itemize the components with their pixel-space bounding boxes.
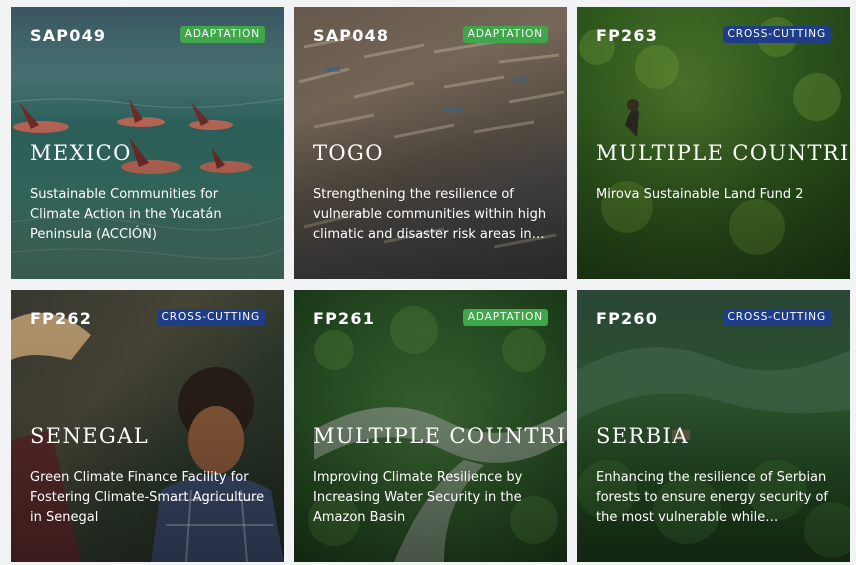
theme-badge: ADAPTATION <box>179 26 265 43</box>
project-country: MULTIPLE COUNTRIES <box>596 141 850 165</box>
project-country: SERBIA <box>596 424 689 448</box>
theme-badge: CROSS-CUTTING <box>156 309 265 326</box>
theme-badge: CROSS-CUTTING <box>722 309 831 326</box>
project-country: MEXICO <box>30 141 132 165</box>
project-code: SAP048 <box>313 26 390 45</box>
project-card-sap048[interactable]: SAP048 ADAPTATION TOGO Strengthening the… <box>294 7 567 279</box>
project-card-fp262[interactable]: FP262 CROSS-CUTTING SENEGAL Green Climat… <box>11 290 284 562</box>
project-card-sap049[interactable]: SAP049 ADAPTATION MEXICO Sustainable Com… <box>11 7 284 279</box>
project-title: Improving Climate Resilience by Increasi… <box>313 470 523 525</box>
project-code: FP260 <box>596 309 659 328</box>
project-title: Sustainable Communities for Climate Acti… <box>30 187 222 242</box>
project-code: FP263 <box>596 26 659 45</box>
project-code: SAP049 <box>30 26 107 45</box>
project-title: Green Climate Finance Facility for Foste… <box>30 470 265 525</box>
project-country: SENEGAL <box>30 424 150 448</box>
project-country: MULTIPLE COUNTRIES <box>313 424 567 448</box>
project-title: Strengthening the resilience of vulnerab… <box>313 187 547 242</box>
project-card-fp261[interactable]: FP261 ADAPTATION MULTIPLE COUNTRIES Impr… <box>294 290 567 562</box>
theme-badge: ADAPTATION <box>462 26 548 43</box>
theme-badge: ADAPTATION <box>462 309 548 326</box>
project-card-fp260[interactable]: FP260 CROSS-CUTTING SERBIA Enhancing the… <box>577 290 850 562</box>
project-country: TOGO <box>313 141 384 165</box>
project-code: FP262 <box>30 309 93 328</box>
project-card-fp263[interactable]: FP263 CROSS-CUTTING MULTIPLE COUNTRIES M… <box>577 7 850 279</box>
project-grid: SAP049 ADAPTATION MEXICO Sustainable Com… <box>0 0 856 565</box>
project-title: Enhancing the resilience of Serbian fore… <box>596 470 828 525</box>
project-code: FP261 <box>313 309 376 328</box>
project-title: Mirova Sustainable Land Fund 2 <box>596 187 804 202</box>
theme-badge: CROSS-CUTTING <box>722 26 831 43</box>
